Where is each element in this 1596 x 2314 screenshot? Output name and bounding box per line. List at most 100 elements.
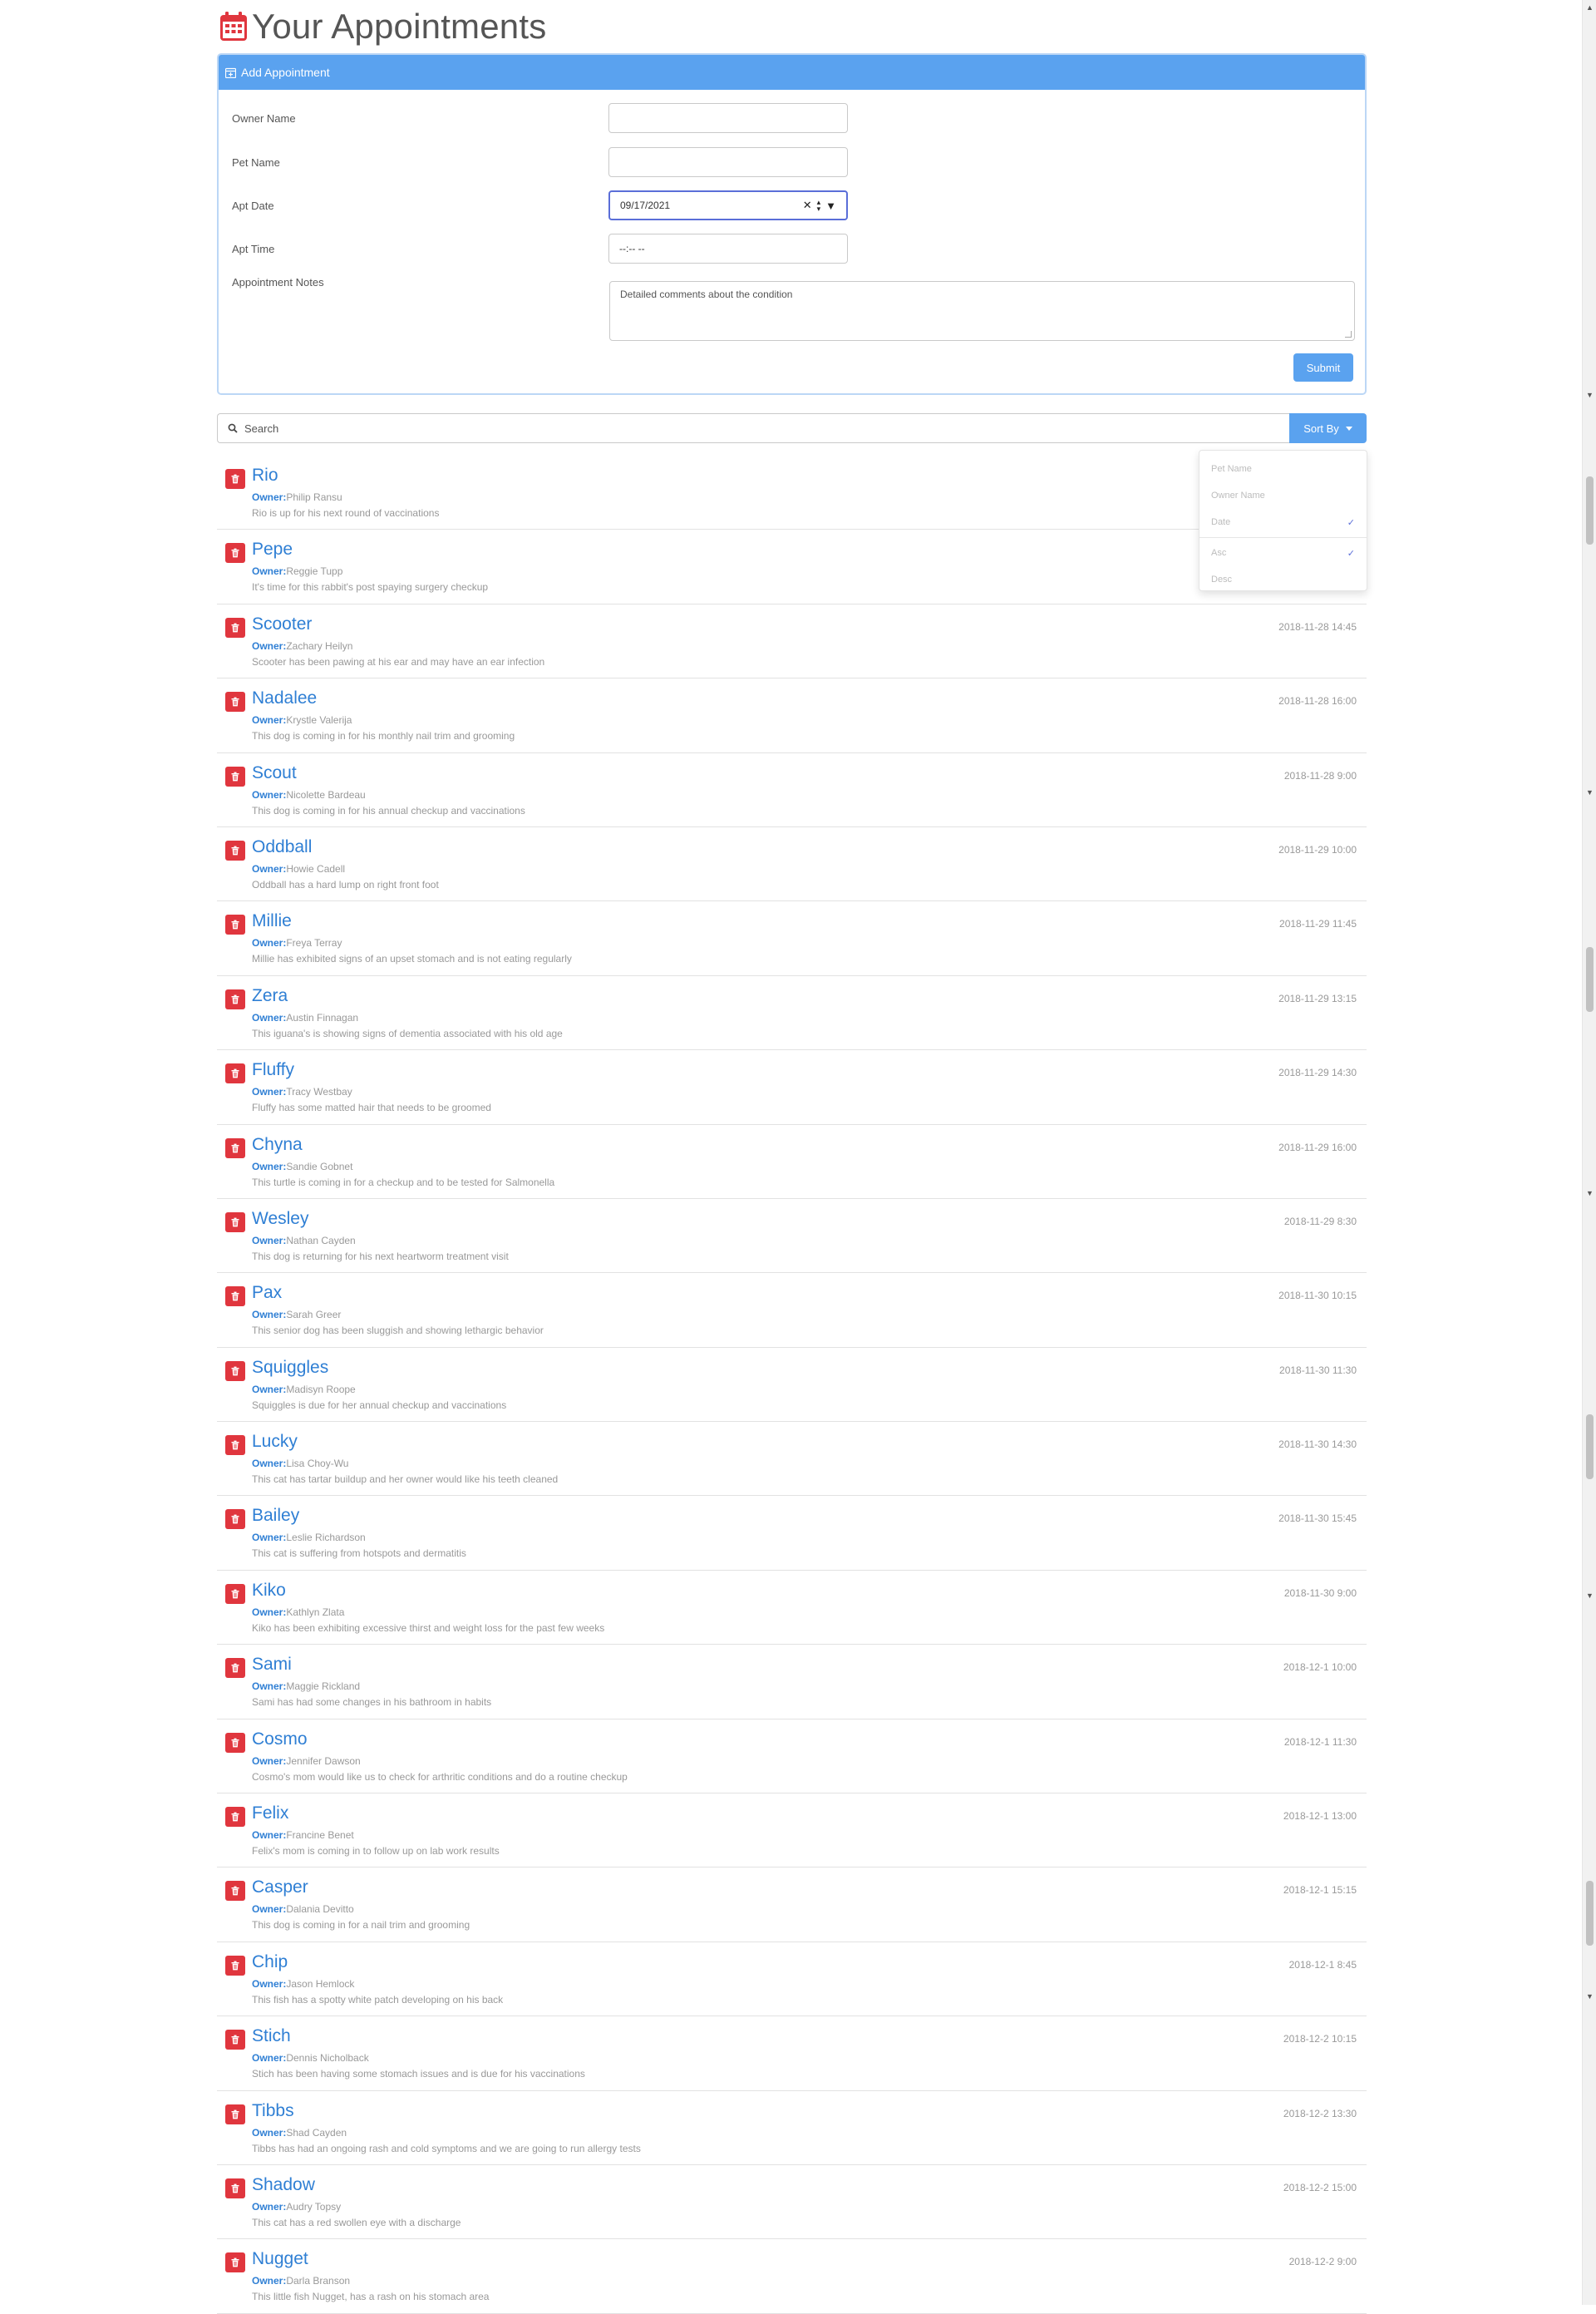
owner-name: Tracy Westbay [286, 1086, 352, 1098]
sort-option-label: Owner Name [1211, 491, 1265, 501]
delete-appointment-button[interactable] [225, 543, 245, 564]
delete-appointment-button[interactable] [225, 2252, 245, 2273]
pet-name[interactable]: Scooter [252, 614, 312, 634]
delete-appointment-button[interactable] [225, 1137, 245, 1158]
date-controls: ✕ ▴ ▾ ▼ [803, 199, 836, 213]
owner-label: Owner: [252, 1234, 287, 1246]
pet-name[interactable]: Chyna [252, 1135, 303, 1155]
delete-appointment-button[interactable] [225, 989, 245, 1009]
sort-by-button[interactable]: Sort By [1289, 413, 1367, 443]
delete-appointment-button[interactable] [225, 1732, 245, 1753]
delete-appointment-button[interactable] [225, 1583, 245, 1604]
delete-appointment-button[interactable] [225, 1211, 245, 1232]
pet-name[interactable]: Wesley [252, 1209, 308, 1229]
pet-name[interactable]: Kiko [252, 1581, 286, 1601]
pet-name[interactable]: Pax [252, 1283, 282, 1303]
delete-appointment-button[interactable] [225, 692, 245, 713]
trash-icon [231, 1515, 239, 1524]
owner-name: Francine Benet [286, 1829, 354, 1842]
pet-name[interactable]: Sami [252, 1655, 292, 1675]
pet-name[interactable]: Chip [252, 1952, 288, 1972]
appointment-notes-textarea[interactable]: Detailed comments about the condition [609, 281, 1355, 341]
scroll-down-icon[interactable]: ▼ [1586, 1591, 1594, 1600]
sort-option-date[interactable]: Date ✓ [1199, 509, 1367, 535]
delete-appointment-button[interactable] [225, 915, 245, 935]
scroll-down-icon[interactable]: ▼ [1586, 1189, 1594, 1197]
textarea-resize-handle[interactable] [1345, 331, 1352, 338]
pet-name[interactable]: Casper [252, 1877, 308, 1897]
appointment-date: 2018-11-29 13:15 [1278, 992, 1357, 1004]
sort-option-pet-name[interactable]: Pet Name [1199, 456, 1367, 482]
pet-name-input[interactable] [608, 147, 848, 177]
add-appointment-toggle[interactable]: Add Appointment [219, 55, 1365, 90]
pet-name[interactable]: Zera [252, 986, 288, 1006]
scrollbar-thumb[interactable] [1586, 1414, 1594, 1479]
owner-name-input[interactable] [608, 103, 848, 133]
delete-appointment-button[interactable] [225, 766, 245, 787]
delete-appointment-button[interactable] [225, 1955, 245, 1976]
appointment-date: 2018-11-30 10:15 [1278, 1290, 1357, 1302]
apt-date-input[interactable]: 09/17/2021 ✕ ▴ ▾ ▼ [608, 190, 848, 220]
delete-appointment-button[interactable] [225, 1360, 245, 1381]
pet-name[interactable]: Tibbs [252, 2101, 294, 2121]
trash-icon [231, 994, 239, 1004]
pet-name[interactable]: Bailey [252, 1506, 299, 1526]
pet-name[interactable]: Stich [252, 2026, 291, 2046]
owner-line: Owner:Kathlyn Zlata [252, 1606, 344, 1618]
pet-name[interactable]: Rio [252, 466, 278, 486]
clear-date-icon[interactable]: ✕ [803, 199, 812, 212]
pet-name[interactable]: Oddball [252, 837, 312, 857]
owner-name: Kathlyn Zlata [286, 1606, 345, 1618]
sort-order-desc[interactable]: Desc [1199, 566, 1367, 593]
owner-line: Owner:Nathan Cayden [252, 1235, 356, 1246]
appointment-item: Nadalee 2018-11-28 16:00 Owner:Krystle Val… [217, 678, 1367, 753]
scroll-up-icon[interactable]: ▲ [1586, 3, 1594, 12]
search-input[interactable]: Search [217, 413, 1289, 443]
trash-icon [231, 1143, 239, 1152]
appointment-item: Scout 2018-11-28 9:00 Owner:Nicolette Bard… [217, 753, 1367, 827]
delete-appointment-button[interactable] [225, 2178, 245, 2198]
delete-appointment-button[interactable] [225, 1807, 245, 1828]
date-picker-dropdown-icon[interactable]: ▼ [825, 200, 836, 212]
pet-name[interactable]: Felix [252, 1803, 288, 1823]
submit-button[interactable]: Submit [1293, 353, 1353, 382]
scroll-down-icon[interactable]: ▼ [1586, 788, 1594, 797]
delete-appointment-button[interactable] [225, 1881, 245, 1902]
delete-appointment-button[interactable] [225, 1658, 245, 1679]
apt-time-input[interactable]: --:-- -- [608, 234, 848, 264]
scrollbar-thumb[interactable] [1586, 947, 1594, 1012]
pet-name[interactable]: Nugget [252, 2249, 308, 2269]
pet-name[interactable]: Nadalee [252, 688, 317, 708]
pet-name[interactable]: Shadow [252, 2175, 315, 2195]
delete-appointment-button[interactable] [225, 617, 245, 638]
trash-icon [231, 1961, 239, 1971]
delete-appointment-button[interactable] [225, 840, 245, 861]
delete-appointment-button[interactable] [225, 2104, 245, 2124]
owner-label: Owner: [252, 1977, 287, 1990]
sort-order-asc[interactable]: Asc ✓ [1199, 540, 1367, 566]
scroll-down-icon[interactable]: ▼ [1586, 391, 1594, 399]
sort-option-owner-name[interactable]: Owner Name [1199, 482, 1367, 509]
date-spinner-icon[interactable]: ▴ ▾ [817, 199, 821, 213]
scrollbar-thumb[interactable] [1586, 1881, 1594, 1946]
pet-name[interactable]: Lucky [252, 1432, 298, 1452]
scroll-down-icon[interactable]: ▼ [1586, 1992, 1594, 2001]
owner-name: Dalania Devitto [286, 1903, 354, 1916]
appointment-notes: Stich has been having some stomach issue… [252, 2068, 585, 2080]
pet-name[interactable]: Squiggles [252, 1358, 328, 1378]
pet-name[interactable]: Cosmo [252, 1729, 308, 1749]
page-scrollbar[interactable]: ▲ ▼ ▼ ▼ ▼ ▼ [1582, 0, 1596, 2305]
owner-label: Owner: [252, 639, 287, 652]
scrollbar-thumb[interactable] [1586, 476, 1594, 545]
pet-name[interactable]: Millie [252, 911, 292, 931]
delete-appointment-button[interactable] [225, 469, 245, 489]
delete-appointment-button[interactable] [225, 1286, 245, 1307]
pet-name[interactable]: Scout [252, 763, 297, 783]
delete-appointment-button[interactable] [225, 1509, 245, 1530]
owner-label: Owner: [252, 937, 287, 950]
delete-appointment-button[interactable] [225, 2030, 245, 2050]
delete-appointment-button[interactable] [225, 1063, 245, 1084]
delete-appointment-button[interactable] [225, 1435, 245, 1456]
pet-name[interactable]: Fluffy [252, 1060, 294, 1080]
pet-name[interactable]: Pepe [252, 540, 293, 560]
